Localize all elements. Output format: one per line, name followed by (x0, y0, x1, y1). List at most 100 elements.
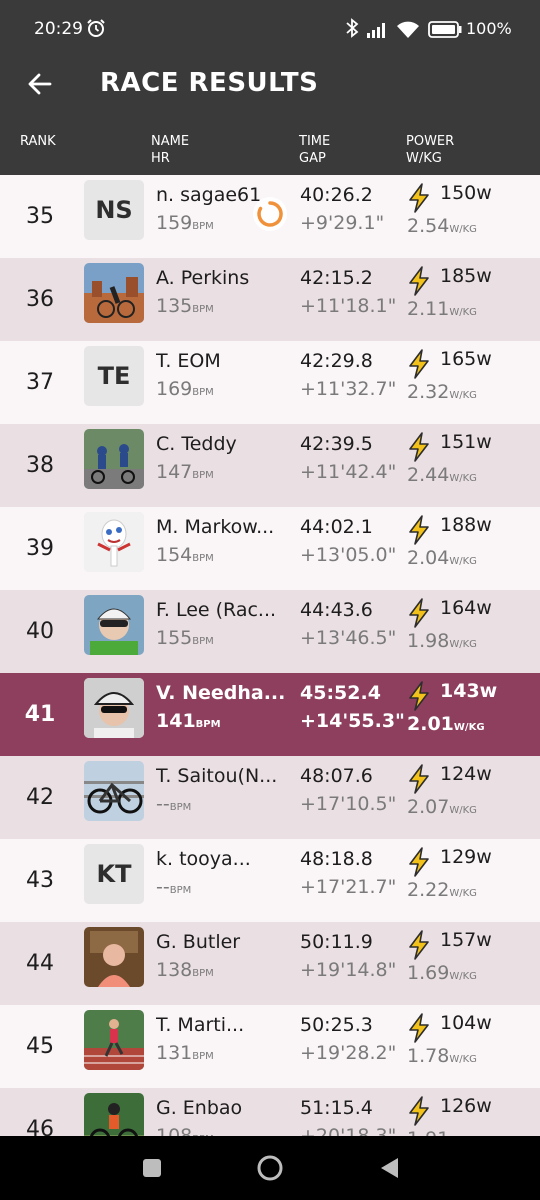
time-gap: +11'32.7" (300, 378, 397, 400)
name-label: NAME (151, 134, 190, 149)
heart-rate-value: 159 (156, 212, 193, 234)
rider-name: G. Butler (156, 931, 241, 953)
avatar[interactable]: NS (84, 180, 144, 240)
current-user-row[interactable]: 41 V. Needha... 141BPM 45:52.4 +14'55.3" 143w… (0, 673, 540, 756)
finish-time: 40:26.2 (300, 184, 373, 206)
wkg-unit: W/KG (449, 888, 477, 899)
app-bar: RACE RESULTS (0, 46, 540, 122)
avatar[interactable] (84, 1010, 144, 1070)
wkg-value: 2.44 (407, 464, 450, 486)
power-bolt-icon (409, 432, 429, 462)
result-row[interactable]: 42 T. Saitou(N... --BPM 48:07.6 +17'10.5" 124… (0, 756, 540, 839)
loading-spinner-icon (253, 197, 287, 231)
rank-number: 41 (24, 702, 56, 727)
avatar[interactable]: KT (84, 844, 144, 904)
heart-rate-value: 141 (156, 710, 196, 732)
finish-time: 44:43.6 (300, 599, 373, 621)
heart-rate-value: 131 (156, 1042, 193, 1064)
finish-time: 44:02.1 (300, 516, 373, 538)
wkg-unit: W/KG (453, 722, 485, 733)
time-column-label[interactable]: TIME GAP (299, 133, 330, 167)
avatar-photo (84, 429, 144, 489)
avatar[interactable] (84, 263, 144, 323)
result-row[interactable]: 39 M. Markow... 154BPM 44:02.1 +13'05.0" 188w… (0, 507, 540, 590)
home-icon[interactable] (256, 1154, 284, 1182)
heart-rate: 154BPM (156, 544, 214, 566)
status-bar: 20:29 100% (0, 0, 540, 46)
power-per-kg: 2.44W/KG (407, 464, 477, 486)
signal-icon (367, 23, 385, 38)
wkg-unit: W/KG (449, 390, 477, 401)
bpm-unit: BPM (192, 636, 214, 647)
power-per-kg: 1.91W/KG (407, 1128, 477, 1136)
avatar[interactable] (84, 512, 144, 572)
heart-rate: 147BPM (156, 461, 214, 483)
avatar[interactable] (84, 429, 144, 489)
system-nav-bar (0, 1136, 540, 1200)
power-label: POWER (406, 134, 455, 149)
time-gap: +17'10.5" (300, 793, 397, 815)
rank-number: 43 (26, 868, 54, 893)
avatar[interactable] (84, 595, 144, 655)
bpm-unit: BPM (192, 1051, 214, 1062)
finish-time: 42:39.5 (300, 433, 373, 455)
recents-icon[interactable] (142, 1158, 162, 1178)
wkg-unit: W/KG (449, 639, 477, 650)
heart-rate: 159BPM (156, 212, 214, 234)
rider-name: T. Marti... (156, 1014, 245, 1036)
bpm-unit: BPM (192, 304, 214, 315)
time-gap: +20'18.3" (300, 1125, 397, 1136)
result-row[interactable]: 46 G. Enbao 108BPM 51:15.4 +20'18.3" 126w 1.91… (0, 1088, 540, 1136)
name-column-label[interactable]: NAME HR (151, 133, 189, 167)
avatar[interactable] (84, 678, 144, 738)
avatar-photo (84, 263, 144, 323)
result-row[interactable]: 38 C. Teddy 147BPM 42:39.5 +11'42.4" 151w 2.44… (0, 424, 540, 507)
heart-rate-value: 138 (156, 959, 193, 981)
power-watts: 124w (440, 763, 492, 785)
wkg-unit: W/KG (449, 556, 477, 567)
heart-rate-value: -- (156, 793, 170, 815)
heart-rate-value: 169 (156, 378, 193, 400)
rank-number: 42 (26, 785, 54, 810)
avatar-photo (84, 1093, 144, 1136)
result-row[interactable]: 45 T. Marti... 131BPM 50:25.3 +19'28.2" 104w 1… (0, 1005, 540, 1088)
wkg-value: 2.22 (407, 879, 450, 901)
result-row[interactable]: 40 F. Lee (Rac... 155BPM 44:43.6 +13'46.5" 16… (0, 590, 540, 673)
avatar[interactable] (84, 927, 144, 987)
power-per-kg: 2.32W/KG (407, 381, 477, 403)
results-list[interactable]: 35 NS n. sagae61 159BPM 40:26.2 +9'29.1" 150w 2… (0, 175, 540, 1136)
gap-label: GAP (299, 151, 326, 166)
result-row[interactable]: 37 TE T. EOM 169BPM 42:29.8 +11'32.7" 165w 2.32… (0, 341, 540, 424)
time-gap: +19'14.8" (300, 959, 397, 981)
avatar-photo (84, 1010, 144, 1070)
power-bolt-icon (409, 1096, 429, 1126)
wkg-value: 1.98 (407, 630, 450, 652)
rank-column-label[interactable]: RANK (20, 133, 56, 150)
power-bolt-icon (409, 681, 429, 711)
result-row[interactable]: 43 KT k. tooya... --BPM 48:18.8 +17'21.7" 129w… (0, 839, 540, 922)
power-watts: 126w (440, 1095, 492, 1117)
power-column-label[interactable]: POWER W/KG (406, 133, 454, 167)
wkg-value: 1.78 (407, 1045, 450, 1067)
heart-rate-value: 147 (156, 461, 193, 483)
power-bolt-icon (409, 183, 429, 213)
rank-number: 46 (26, 1117, 54, 1136)
power-per-kg: 1.69W/KG (407, 962, 477, 984)
power-bolt-icon (409, 1013, 429, 1043)
nav-back-icon[interactable] (378, 1156, 400, 1180)
power-watts: 164w (440, 597, 492, 619)
result-row[interactable]: 36 A. Perkins 135BPM 42:15.2 +11'18.1" 185w 2.… (0, 258, 540, 341)
rider-name: V. Needha... (156, 682, 286, 704)
result-row[interactable]: 44 G. Butler 138BPM 50:11.9 +19'14.8" 157w 1.6… (0, 922, 540, 1005)
avatar[interactable] (84, 1093, 144, 1136)
back-arrow-icon[interactable] (22, 66, 58, 102)
finish-time: 48:07.6 (300, 765, 373, 787)
rider-name: T. Saitou(N... (156, 765, 278, 787)
time-gap: +13'46.5" (300, 627, 397, 649)
heart-rate: 169BPM (156, 378, 214, 400)
hr-label: HR (151, 151, 170, 166)
heart-rate-value: 135 (156, 295, 193, 317)
avatar[interactable] (84, 761, 144, 821)
time-gap: +14'55.3" (300, 710, 405, 732)
avatar[interactable]: TE (84, 346, 144, 406)
